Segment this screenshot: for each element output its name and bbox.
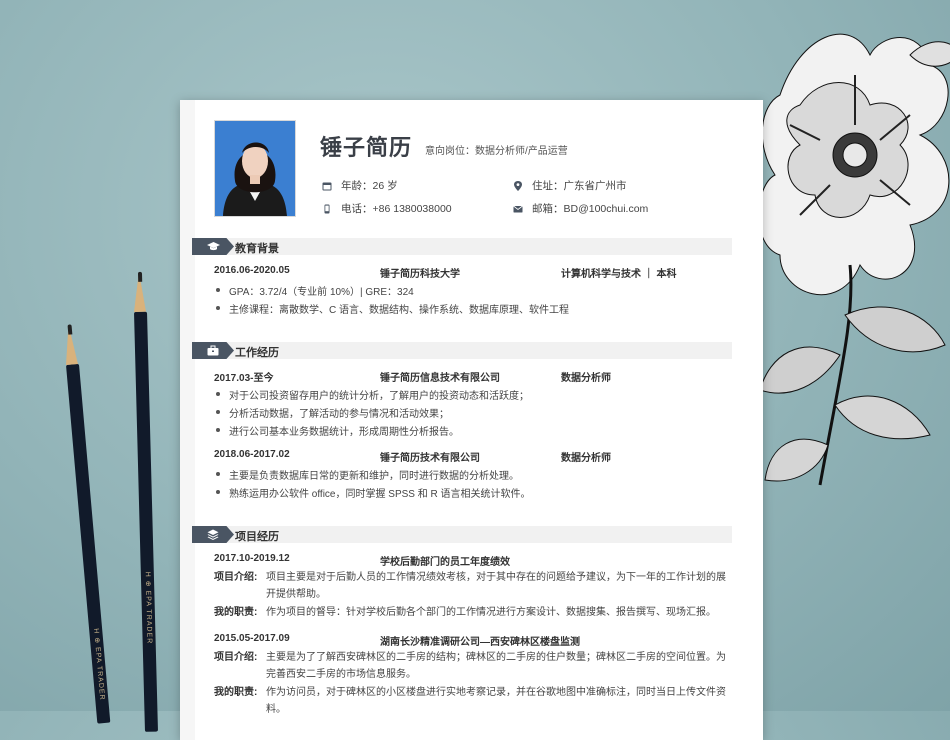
edu-period: 2016.06-2020.05 — [214, 265, 290, 276]
section-title: 项目经历 — [235, 531, 279, 543]
intro-label: 项目介绍: — [214, 572, 258, 583]
graduation-cap-icon — [207, 242, 220, 251]
job-company: 锤子简历信息技术有限公司 — [380, 373, 500, 384]
list-item: GPA：3.72/4（专业前 10%）| GRE：324 — [216, 283, 414, 298]
section-tab — [192, 342, 234, 359]
edu-major: 计算机科学与技术 ｜ 本科 — [561, 269, 677, 280]
project-intro: 项目介绍: 主要是为了了解西安碑林区的二手房的结构；碑林区的二手房的住户数量；碑… — [214, 649, 734, 683]
paper-left-stripe — [180, 100, 195, 740]
intro-text: 项目主要是对于后勤人员的工作情况绩效考核，对于其中存在的问题给予建议，为下一年的… — [266, 572, 726, 600]
list-item: 进行公司基本业务数据统计，形成周期性分析报告。 — [216, 423, 459, 438]
target-position: 意向岗位：数据分析师/产品运营 — [425, 146, 568, 157]
pencil-brand: H ⊕ EPA TRADER — [92, 628, 106, 701]
phone-icon — [324, 204, 330, 213]
project-period: 2015.05-2017.09 — [214, 633, 290, 644]
location-info: 住址：广东省广州市 — [513, 178, 627, 193]
list-item-text: 主修课程：离散数学、C 语言、数据结构、操作系统、数据库原理、软件工程 — [229, 305, 569, 316]
pencil-decoration: H ⊕ EPA TRADER — [132, 271, 158, 732]
job-role: 数据分析师 — [561, 453, 611, 464]
section-title: 教育背景 — [235, 243, 279, 255]
project-duty: 我的职责: 作为项目的督导：针对学校后勤各个部门的工作情况进行方案设计、数据搜集… — [214, 604, 734, 621]
project-name: 学校后勤部门的员工年度绩效 — [380, 557, 510, 568]
layers-icon — [207, 529, 219, 540]
list-item-text: 对于公司投资留存用户的统计分析，了解用户的投资动态和活跃度； — [229, 391, 529, 402]
job-period: 2018.06-2017.02 — [214, 449, 290, 460]
list-item-text: 进行公司基本业务数据统计，形成周期性分析报告。 — [229, 427, 459, 438]
project-name: 湖南长沙精准调研公司—西安碑林区楼盘监测 — [380, 637, 580, 648]
phone-info: 电话：+86 1380038000 — [322, 201, 452, 216]
duty-text: 作为访问员，对于碑林区的小区楼盘进行实地考察记录，并在谷歌地图中准确标注，同时当… — [266, 687, 726, 715]
location-pin-icon — [514, 180, 522, 191]
edu-school: 锤子简历科技大学 — [380, 269, 460, 280]
section-projects: 项目经历 — [192, 526, 732, 543]
pencil-decoration: H ⊕ EPA TRADER — [62, 324, 111, 724]
list-item: 主要是负责数据库日常的更新和维护，同时进行数据的分析处理。 — [216, 467, 519, 482]
duty-label: 我的职责: — [214, 607, 258, 618]
project-period: 2017.10-2019.12 — [214, 553, 290, 564]
duty-label: 我的职责: — [214, 687, 258, 698]
section-title: 工作经历 — [235, 347, 279, 359]
resume-paper: 锤子简历 意向岗位：数据分析师/产品运营 年龄：26 岁 住址：广东省广州市 电… — [180, 100, 763, 740]
email-text: 邮箱：BD@100chui.com — [532, 203, 649, 215]
email-info: 邮箱：BD@100chui.com — [513, 201, 648, 216]
calendar-icon — [322, 182, 332, 190]
project-intro: 项目介绍: 项目主要是对于后勤人员的工作情况绩效考核，对于其中存在的问题给予建议… — [214, 569, 734, 603]
flower-illustration — [760, 33, 950, 486]
candidate-name: 锤子简历 — [320, 135, 413, 160]
briefcase-icon — [207, 345, 219, 356]
list-item-text: 主要是负责数据库日常的更新和维护，同时进行数据的分析处理。 — [229, 471, 519, 482]
age-info: 年龄：26 岁 — [322, 178, 398, 193]
list-item: 主修课程：离散数学、C 语言、数据结构、操作系统、数据库原理、软件工程 — [216, 301, 569, 316]
list-item: 对于公司投资留存用户的统计分析，了解用户的投资动态和活跃度； — [216, 387, 529, 402]
intro-text: 主要是为了了解西安碑林区的二手房的结构；碑林区的二手房的住户数量；碑林区二手房的… — [266, 652, 726, 680]
location-text: 住址：广东省广州市 — [532, 180, 627, 192]
list-item-text: GPA：3.72/4（专业前 10%）| GRE：324 — [229, 287, 414, 298]
job-role: 数据分析师 — [561, 373, 611, 384]
profile-photo — [214, 120, 296, 217]
list-item-text: 熟练运用办公软件 office，同时掌握 SPSS 和 R 语言相关统计软件。 — [229, 489, 531, 500]
mail-icon — [513, 205, 523, 212]
intro-label: 项目介绍: — [214, 652, 258, 663]
list-item: 熟练运用办公软件 office，同时掌握 SPSS 和 R 语言相关统计软件。 — [216, 485, 531, 500]
section-tab — [192, 526, 234, 543]
list-item: 分析活动数据，了解活动的参与情况和活动效果； — [216, 405, 449, 420]
duty-text: 作为项目的督导：针对学校后勤各个部门的工作情况进行方案设计、数据搜集、报告撰写、… — [266, 607, 716, 618]
job-period: 2017.03-至今 — [214, 373, 274, 384]
project-duty: 我的职责: 作为访问员，对于碑林区的小区楼盘进行实地考察记录，并在谷歌地图中准确… — [214, 684, 734, 718]
age-text: 年龄：26 岁 — [341, 180, 398, 192]
phone-text: 电话：+86 1380038000 — [341, 203, 452, 215]
job-company: 锤子简历技术有限公司 — [380, 453, 480, 464]
pencil-brand: H ⊕ EPA TRADER — [143, 571, 153, 645]
list-item-text: 分析活动数据，了解活动的参与情况和活动效果； — [229, 409, 449, 420]
section-tab — [192, 238, 234, 255]
section-work: 工作经历 — [192, 342, 732, 359]
section-education: 教育背景 — [192, 238, 732, 255]
